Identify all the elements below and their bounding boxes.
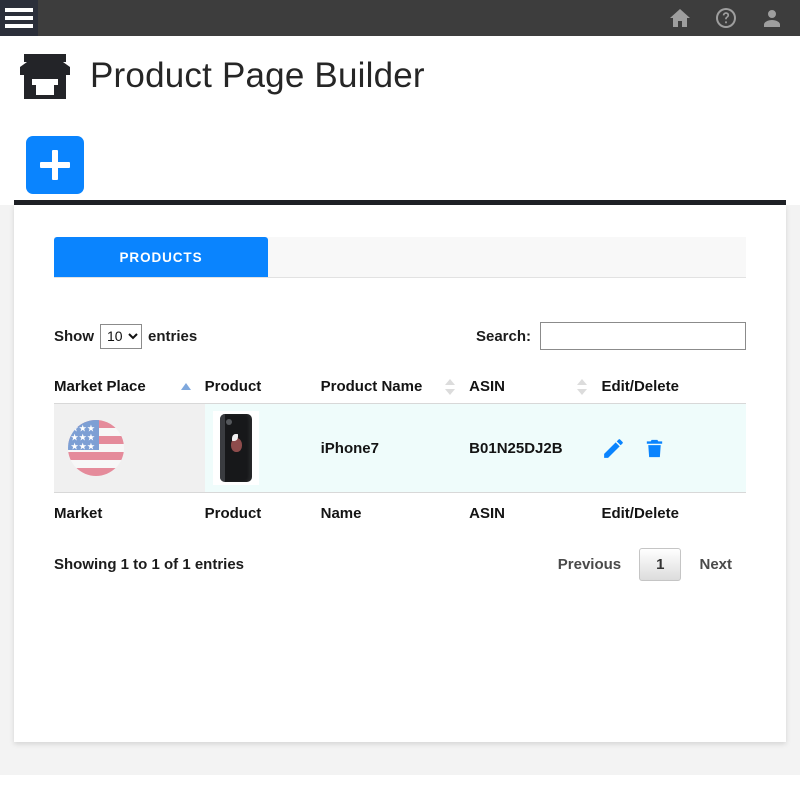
column-footer-product: Product — [205, 493, 321, 535]
column-header-edit-delete: Edit/Delete — [601, 370, 746, 404]
column-header-asin[interactable]: ASIN — [469, 370, 601, 404]
sort-both-icon — [577, 379, 587, 395]
column-footer-asin: ASIN — [469, 493, 601, 535]
page-length-select[interactable]: 10 — [100, 324, 142, 349]
cell-product-image — [205, 404, 321, 493]
table-footer-controls: Showing 1 to 1 of 1 entries Previous 1 N… — [54, 548, 746, 581]
phone-logo — [231, 438, 242, 452]
table-info: Showing 1 to 1 of 1 entries — [54, 556, 244, 573]
search-control: Search: — [476, 322, 746, 350]
tab-products-label: PRODUCTS — [120, 250, 203, 265]
home-icon[interactable] — [668, 6, 692, 30]
table-controls: Show 10 entries Search: — [54, 322, 746, 350]
menu-toggle-button[interactable] — [0, 0, 38, 36]
flag-stars: ★★★★★★★★★ — [68, 420, 99, 450]
table-head: Market Place Product Product Name ASIN — [54, 370, 746, 404]
search-input[interactable] — [540, 322, 746, 350]
sort-both-icon — [445, 379, 455, 395]
tab-products[interactable]: PRODUCTS — [54, 237, 268, 277]
phone-edge — [220, 414, 225, 482]
products-card: PRODUCTS Show 10 entries Search: — [14, 205, 786, 742]
pagination-next[interactable]: Next — [685, 552, 746, 577]
column-footer-market: Market — [54, 493, 205, 535]
content-area: PRODUCTS Show 10 entries Search: — [0, 205, 800, 775]
column-header-label: Product Name — [321, 378, 423, 395]
plus-icon — [52, 150, 58, 180]
hamburger-icon-bar — [5, 8, 33, 12]
edit-pencil-icon[interactable] — [601, 436, 626, 461]
sort-ascending-icon — [181, 379, 191, 395]
table-header-row: Market Place Product Product Name ASIN — [54, 370, 746, 404]
column-header-label: ASIN — [469, 378, 505, 395]
row-actions — [601, 436, 736, 461]
tab-bar-filler — [268, 237, 746, 277]
tab-bar: PRODUCTS — [54, 237, 746, 278]
hamburger-icon-bar — [5, 16, 33, 20]
search-label: Search: — [476, 328, 531, 345]
column-header-label: Edit/Delete — [601, 378, 679, 395]
page-title: Product Page Builder — [90, 56, 425, 96]
top-bar — [0, 0, 800, 36]
page-length-control: Show 10 entries — [54, 324, 197, 349]
table-foot: Market Product Name ASIN Edit/Delete — [54, 493, 746, 535]
add-product-button[interactable] — [26, 136, 84, 194]
products-table: Market Place Product Product Name ASIN — [54, 370, 746, 534]
cell-product-name: iPhone7 — [321, 404, 470, 493]
show-label: Show — [54, 328, 94, 345]
iphone7-black-product-image — [213, 411, 259, 485]
cell-market-place: ★★★★★★★★★ — [54, 404, 205, 493]
toolbar — [0, 108, 800, 200]
table-row[interactable]: ★★★★★★★★★ iPhone7 B01N25DJ2B — [54, 404, 746, 493]
cell-edit-delete — [601, 404, 746, 493]
hamburger-icon-bar — [5, 24, 33, 28]
column-footer-edit-delete: Edit/Delete — [601, 493, 746, 535]
account-icon[interactable] — [760, 6, 784, 30]
top-bar-actions — [668, 6, 800, 30]
entries-label: entries — [148, 328, 197, 345]
cell-asin: B01N25DJ2B — [469, 404, 601, 493]
store-icon — [14, 45, 76, 107]
column-header-label: Product — [205, 378, 262, 395]
column-header-market-place[interactable]: Market Place — [54, 370, 205, 404]
pagination: Previous 1 Next — [544, 548, 746, 581]
table-body: ★★★★★★★★★ iPhone7 B01N25DJ2B — [54, 404, 746, 493]
us-flag-icon: ★★★★★★★★★ — [68, 420, 124, 476]
column-header-product[interactable]: Product — [205, 370, 321, 404]
column-footer-name: Name — [321, 493, 470, 535]
column-header-label: Market Place — [54, 378, 146, 395]
page-header: Product Page Builder — [0, 36, 800, 108]
pagination-page-1[interactable]: 1 — [639, 548, 681, 581]
column-header-product-name[interactable]: Product Name — [321, 370, 470, 404]
table-footer-row: Market Product Name ASIN Edit/Delete — [54, 493, 746, 535]
help-icon[interactable] — [714, 6, 738, 30]
phone-camera — [226, 419, 232, 425]
delete-trash-icon[interactable] — [643, 437, 666, 460]
pagination-previous[interactable]: Previous — [544, 552, 635, 577]
